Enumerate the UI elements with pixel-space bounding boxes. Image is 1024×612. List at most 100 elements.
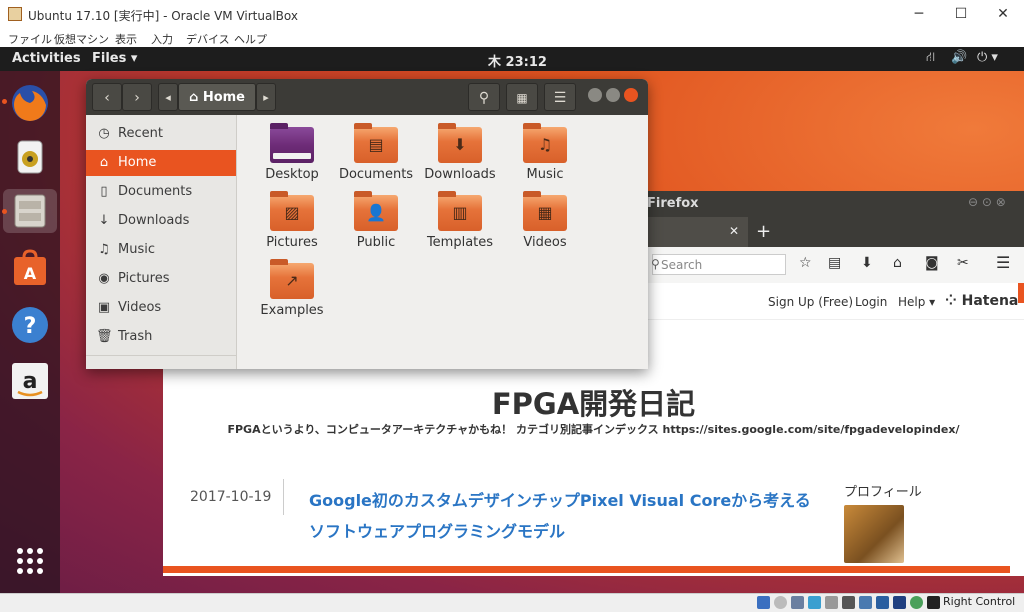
folder-desktop[interactable]: Desktop xyxy=(247,123,337,191)
menu-help[interactable]: ヘルプ xyxy=(234,31,267,47)
search-input[interactable]: ⚲ Search xyxy=(651,254,786,275)
sidebar-label: Videos xyxy=(118,300,162,315)
examples-link-icon: ↗ xyxy=(270,259,314,299)
menu-button[interactable]: ☰ xyxy=(544,83,576,111)
sidebar-item-documents[interactable]: ▯ Documents xyxy=(86,179,236,205)
optical-drive-icon[interactable] xyxy=(774,596,787,609)
folder-music[interactable]: ♫ Music xyxy=(500,123,590,191)
back-button[interactable]: ‹ xyxy=(92,83,122,111)
network-adapter-icon[interactable] xyxy=(808,596,821,609)
help-icon[interactable]: ? xyxy=(8,303,52,347)
post-title-line1[interactable]: Google初のカスタムデザインチップPixel Visual Coreから考え… xyxy=(309,487,811,511)
display-icon[interactable] xyxy=(859,596,872,609)
home-icon[interactable]: ⌂ xyxy=(893,255,902,271)
downloads-icon[interactable]: ⬇ xyxy=(861,255,873,271)
videos-folder-icon: ▦ xyxy=(523,191,567,231)
menu-machine[interactable]: 仮想マシン xyxy=(54,31,109,47)
forward-button[interactable]: › xyxy=(122,83,152,111)
signup-link[interactable]: Sign Up (Free) xyxy=(768,295,853,309)
page-scrollbar[interactable] xyxy=(1018,283,1024,303)
folder-label: Public xyxy=(356,235,396,250)
volume-icon[interactable]: 🔊 xyxy=(951,50,967,65)
firefox-icon[interactable] xyxy=(8,81,52,125)
folder-label: Downloads xyxy=(424,167,496,182)
app-menu-files[interactable]: Files ▾ xyxy=(92,51,137,66)
cpu-icon[interactable] xyxy=(893,596,906,609)
host-key-label: Right Control xyxy=(943,595,1016,608)
new-tab-button[interactable]: + xyxy=(756,221,771,242)
hard-disk-icon[interactable] xyxy=(757,596,770,609)
folder-templates[interactable]: ▥ Templates xyxy=(415,191,505,259)
post-title-line2[interactable]: ソフトウェアプログラミングモデル xyxy=(309,518,565,542)
sidebar-item-music[interactable]: ♫ Music xyxy=(86,237,236,263)
login-link[interactable]: Login xyxy=(855,295,887,309)
sidebar-label: Recent xyxy=(118,126,163,141)
hamburger-menu-icon[interactable]: ☰ xyxy=(996,253,1010,272)
blog-description: FPGAというより、コンピュータアーキテクチャかもね！ カテゴリ別記事インデック… xyxy=(227,423,960,436)
pocket-icon[interactable]: ◙ xyxy=(925,255,939,271)
sidebar-item-trash[interactable]: 🗑 Trash xyxy=(86,324,236,350)
mouse-integration-icon[interactable] xyxy=(910,596,923,609)
path-left-arrow[interactable]: ◂ xyxy=(158,83,178,111)
minimize-button[interactable]: ─ xyxy=(908,4,930,24)
dock: A ? a xyxy=(0,71,60,593)
extension-icon[interactable]: ✂ xyxy=(957,255,969,271)
sidebar-item-downloads[interactable]: ↓ Downloads xyxy=(86,208,236,234)
home-icon: ⌂ xyxy=(188,90,199,105)
rhythmbox-icon[interactable] xyxy=(8,135,52,179)
window-close-button[interactable] xyxy=(624,88,638,102)
hatena-logo[interactable]: ⁘ Hatena xyxy=(945,293,1018,309)
menu-input[interactable]: 入力 xyxy=(151,31,173,47)
path-home-label: Home xyxy=(202,90,246,105)
menu-view[interactable]: 表示 xyxy=(115,31,137,47)
audio-icon[interactable] xyxy=(791,596,804,609)
sidebar-label: Music xyxy=(118,242,155,257)
folder-downloads[interactable]: ⬇ Downloads xyxy=(415,123,505,191)
search-button[interactable]: ⚲ xyxy=(468,83,500,111)
keyboard-capture-icon[interactable] xyxy=(927,596,940,609)
close-button[interactable]: ✕ xyxy=(992,4,1014,24)
firefox-window-controls[interactable]: ⊖ ⊙ ⊗ xyxy=(968,195,1006,209)
sidebar-item-pictures[interactable]: ◉ Pictures xyxy=(86,266,236,292)
help-dropdown[interactable]: Help ▾ xyxy=(898,295,935,309)
tab-close-icon[interactable]: ✕ xyxy=(729,224,739,238)
usb-icon[interactable] xyxy=(825,596,838,609)
files-icon[interactable] xyxy=(3,189,57,233)
sidebar-item-videos[interactable]: ▣ Videos xyxy=(86,295,236,321)
view-toggle-button[interactable]: ▦ xyxy=(506,83,538,111)
folder-documents[interactable]: ▤ Documents xyxy=(331,123,421,191)
folder-label: Desktop xyxy=(265,167,319,182)
reading-list-icon[interactable]: ▤ xyxy=(828,255,841,271)
path-right-arrow[interactable]: ▸ xyxy=(256,83,276,111)
bookmark-star-icon[interactable]: ☆ xyxy=(799,255,812,271)
horizontal-scrollbar[interactable] xyxy=(163,566,1010,573)
folder-videos[interactable]: ▦ Videos xyxy=(500,191,590,259)
amazon-icon[interactable]: a xyxy=(8,359,52,403)
pictures-folder-icon: ▨ xyxy=(270,191,314,231)
clock[interactable]: 木 23:12 xyxy=(488,51,547,70)
network-icon[interactable]: ⛙ xyxy=(926,50,935,67)
shared-folders-icon[interactable] xyxy=(842,596,855,609)
download-icon: ↓ xyxy=(98,213,110,228)
menu-file[interactable]: ファイル xyxy=(8,31,52,47)
profile-image[interactable] xyxy=(844,505,904,563)
video-capture-icon[interactable] xyxy=(876,596,889,609)
activities-button[interactable]: Activities xyxy=(12,51,81,66)
menu-devices[interactable]: デバイス xyxy=(186,31,230,47)
folder-label: Pictures xyxy=(266,235,318,250)
window-minimize-button[interactable] xyxy=(588,88,602,102)
blog-title[interactable]: FPGA開発日記 xyxy=(163,381,1024,423)
window-maximize-button[interactable] xyxy=(606,88,620,102)
path-home-button[interactable]: ⌂ Home xyxy=(178,83,256,111)
folder-pictures[interactable]: ▨ Pictures xyxy=(247,191,337,259)
music-icon: ♫ xyxy=(98,242,110,257)
sidebar-item-recent[interactable]: ◷ Recent xyxy=(86,121,236,147)
software-center-icon[interactable]: A xyxy=(8,247,52,291)
folder-examples[interactable]: ↗ Examples xyxy=(247,259,337,327)
maximize-button[interactable]: ☐ xyxy=(950,4,972,24)
power-icon[interactable]: ⏻ ▾ xyxy=(977,50,998,65)
post-date: 2017-10-19 xyxy=(190,489,272,505)
sidebar-item-home[interactable]: ⌂ Home xyxy=(86,150,236,176)
show-apps-icon[interactable] xyxy=(8,539,52,583)
folder-public[interactable]: 👤 Public xyxy=(331,191,421,259)
